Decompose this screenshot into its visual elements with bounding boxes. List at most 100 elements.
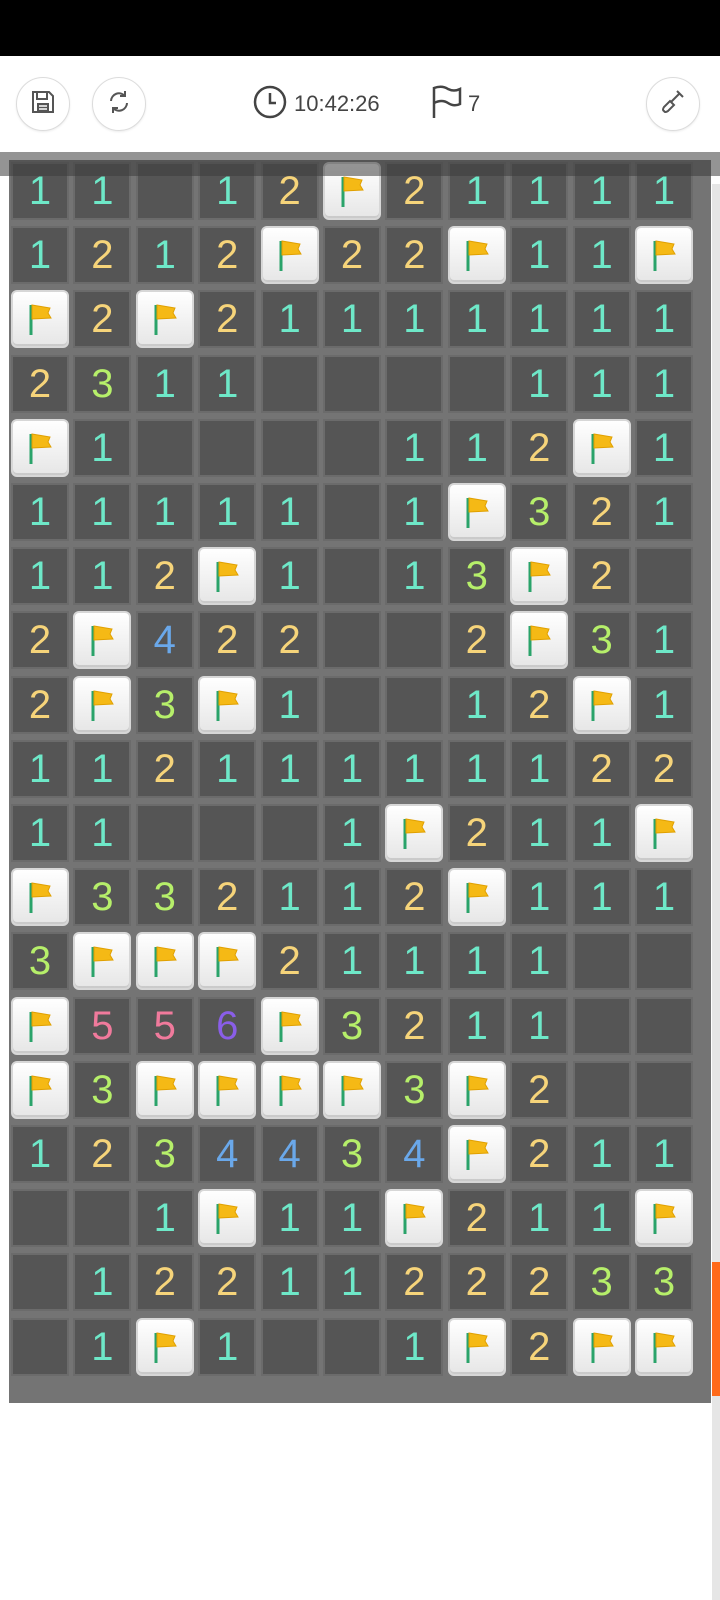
flagged-cell[interactable]	[447, 1060, 506, 1119]
flagged-cell[interactable]	[447, 868, 506, 927]
number-cell[interactable]: 3	[447, 547, 506, 606]
number-cell[interactable]: 1	[73, 418, 132, 477]
number-cell[interactable]: 1	[260, 739, 319, 798]
number-cell[interactable]: 3	[73, 868, 132, 927]
number-cell[interactable]: 1	[73, 739, 132, 798]
number-cell[interactable]: 3	[323, 996, 381, 1055]
number-cell[interactable]: 1	[447, 675, 506, 734]
empty-cell[interactable]	[635, 547, 693, 606]
number-cell[interactable]: 2	[135, 1253, 194, 1312]
number-cell[interactable]: 2	[73, 1125, 132, 1183]
empty-cell[interactable]	[198, 804, 257, 862]
number-cell[interactable]: 1	[11, 547, 69, 606]
number-cell[interactable]: 2	[323, 226, 381, 285]
number-cell[interactable]: 1	[572, 354, 631, 413]
number-cell[interactable]: 1	[635, 354, 693, 413]
flagged-cell[interactable]	[635, 1317, 693, 1376]
flagged-cell[interactable]	[572, 1317, 631, 1376]
number-cell[interactable]: 1	[510, 354, 569, 413]
flagged-cell[interactable]	[385, 804, 444, 862]
number-cell[interactable]: 1	[385, 547, 444, 606]
number-cell[interactable]: 2	[510, 1125, 569, 1183]
number-cell[interactable]: 1	[323, 932, 381, 991]
number-cell[interactable]: 2	[572, 739, 631, 798]
number-cell[interactable]: 2	[135, 547, 194, 606]
number-cell[interactable]: 1	[447, 290, 506, 349]
number-cell[interactable]: 1	[73, 1317, 132, 1376]
number-cell[interactable]: 1	[635, 868, 693, 927]
flagged-cell[interactable]	[11, 868, 69, 927]
number-cell[interactable]: 2	[447, 804, 506, 862]
number-cell[interactable]: 1	[635, 290, 693, 349]
number-cell[interactable]: 2	[73, 226, 132, 285]
number-cell[interactable]: 1	[73, 804, 132, 862]
number-cell[interactable]: 2	[198, 290, 257, 349]
number-cell[interactable]: 1	[323, 1253, 381, 1312]
flagged-cell[interactable]	[510, 611, 569, 670]
empty-cell[interactable]	[572, 932, 631, 991]
number-cell[interactable]: 4	[198, 1125, 257, 1183]
number-cell[interactable]: 1	[635, 675, 693, 734]
empty-cell[interactable]	[135, 804, 194, 862]
number-cell[interactable]: 1	[385, 483, 444, 541]
number-cell[interactable]: 1	[135, 354, 194, 413]
number-cell[interactable]: 1	[135, 483, 194, 541]
empty-cell[interactable]	[11, 1317, 69, 1376]
flagged-cell[interactable]	[198, 547, 257, 606]
flagged-cell[interactable]	[260, 226, 319, 285]
dig-mode-button[interactable]	[646, 77, 700, 131]
number-cell[interactable]: 2	[385, 996, 444, 1055]
number-cell[interactable]: 1	[510, 996, 569, 1055]
number-cell[interactable]: 3	[572, 1253, 631, 1312]
number-cell[interactable]: 2	[198, 611, 257, 670]
flagged-cell[interactable]	[135, 1317, 194, 1376]
number-cell[interactable]: 1	[11, 739, 69, 798]
empty-cell[interactable]	[635, 932, 693, 991]
empty-cell[interactable]	[385, 354, 444, 413]
number-cell[interactable]: 1	[572, 804, 631, 862]
flagged-cell[interactable]	[135, 932, 194, 991]
scrollbar-thumb[interactable]	[712, 1262, 720, 1396]
flagged-cell[interactable]	[198, 1060, 257, 1119]
number-cell[interactable]: 1	[385, 418, 444, 477]
flagged-cell[interactable]	[572, 418, 631, 477]
flagged-cell[interactable]	[260, 996, 319, 1055]
flagged-cell[interactable]	[572, 675, 631, 734]
number-cell[interactable]: 1	[323, 804, 381, 862]
flagged-cell[interactable]	[11, 290, 69, 349]
empty-cell[interactable]	[323, 483, 381, 541]
flagged-cell[interactable]	[11, 1060, 69, 1119]
number-cell[interactable]: 4	[260, 1125, 319, 1183]
number-cell[interactable]: 1	[635, 418, 693, 477]
number-cell[interactable]: 3	[73, 354, 132, 413]
number-cell[interactable]: 1	[260, 483, 319, 541]
number-cell[interactable]: 1	[510, 1189, 569, 1248]
number-cell[interactable]: 1	[260, 1253, 319, 1312]
number-cell[interactable]: 4	[135, 611, 194, 670]
flagged-cell[interactable]	[385, 1189, 444, 1248]
number-cell[interactable]: 1	[198, 1317, 257, 1376]
number-cell[interactable]: 1	[385, 290, 444, 349]
number-cell[interactable]: 4	[385, 1125, 444, 1183]
number-cell[interactable]: 1	[447, 996, 506, 1055]
number-cell[interactable]: 2	[635, 739, 693, 798]
number-cell[interactable]: 2	[11, 611, 69, 670]
number-cell[interactable]: 3	[11, 932, 69, 991]
number-cell[interactable]: 1	[572, 1189, 631, 1248]
number-cell[interactable]: 2	[198, 868, 257, 927]
flagged-cell[interactable]	[635, 804, 693, 862]
empty-cell[interactable]	[572, 1060, 631, 1119]
empty-cell[interactable]	[260, 354, 319, 413]
number-cell[interactable]: 5	[135, 996, 194, 1055]
number-cell[interactable]: 1	[635, 1125, 693, 1183]
number-cell[interactable]: 2	[135, 739, 194, 798]
empty-cell[interactable]	[323, 611, 381, 670]
number-cell[interactable]: 1	[447, 932, 506, 991]
number-cell[interactable]: 3	[135, 675, 194, 734]
number-cell[interactable]: 1	[323, 1189, 381, 1248]
number-cell[interactable]: 1	[198, 739, 257, 798]
empty-cell[interactable]	[260, 418, 319, 477]
flagged-cell[interactable]	[447, 226, 506, 285]
number-cell[interactable]: 1	[447, 418, 506, 477]
flagged-cell[interactable]	[73, 611, 132, 670]
